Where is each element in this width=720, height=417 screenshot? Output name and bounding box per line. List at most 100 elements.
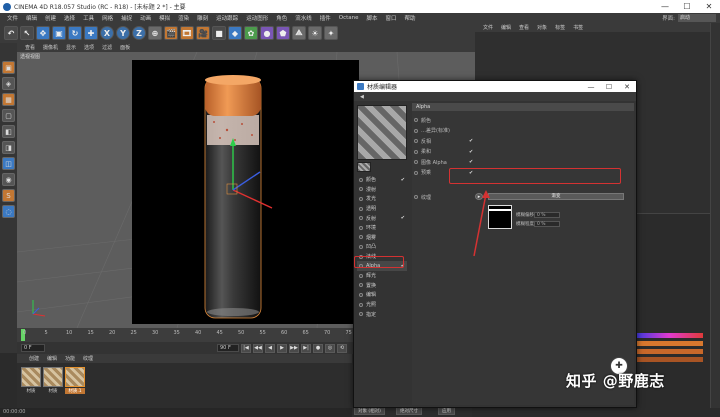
toolbar-button[interactable]: ☀ — [308, 26, 322, 40]
object-manager-tab[interactable]: 对象 — [533, 24, 551, 31]
material-swatch[interactable] — [65, 367, 85, 387]
material-swatch[interactable] — [21, 367, 41, 387]
channel-item[interactable]: 光照 — [357, 300, 407, 310]
sampling-value-field[interactable]: 0 % — [534, 220, 560, 227]
transport-button[interactable]: ◎ — [325, 343, 335, 353]
viewport-menu-item[interactable]: 查看 — [21, 44, 39, 51]
channel-item[interactable]: 环境 — [357, 223, 407, 233]
channel-item[interactable]: 指定 — [357, 309, 407, 319]
menu-item[interactable]: 工具 — [79, 14, 98, 22]
toolbar-button[interactable]: ● — [260, 26, 274, 40]
left-tool-button[interactable]: ◈ — [2, 77, 15, 90]
menu-item[interactable]: 帮助 — [401, 14, 420, 22]
transport-button[interactable]: ▶| — [301, 343, 311, 353]
object-manager-tab[interactable]: 查看 — [515, 24, 533, 31]
toolbar-button[interactable]: ✦ — [324, 26, 338, 40]
material-thumb[interactable] — [357, 162, 371, 172]
property-anim-dot-icon[interactable] — [414, 160, 418, 164]
minimize-button[interactable]: — — [654, 0, 676, 13]
transport-button[interactable]: |◀ — [241, 343, 251, 353]
transport-button[interactable]: ▶ — [277, 343, 287, 353]
toolbar-button[interactable]: 🎞 — [180, 26, 194, 40]
channel-item[interactable]: 透明 — [357, 204, 407, 214]
toolbar-button[interactable]: ↶ — [4, 26, 18, 40]
menu-item[interactable]: 窗口 — [382, 14, 401, 22]
property-checkbox[interactable]: ✔ — [469, 149, 473, 155]
channel-checkbox[interactable]: ✔ — [401, 215, 405, 221]
menu-item[interactable]: 创建 — [41, 14, 60, 22]
maximize-button[interactable]: ☐ — [676, 0, 698, 13]
left-tool-button[interactable]: ▦ — [2, 93, 15, 106]
transport-button[interactable]: ▶▶ — [289, 343, 299, 353]
right-scrollbar[interactable] — [710, 23, 720, 408]
object-manager-tab[interactable]: 标签 — [551, 24, 569, 31]
menu-item[interactable]: 网格 — [98, 14, 117, 22]
left-tool-button[interactable]: ◉ — [2, 173, 15, 186]
object-manager-tab[interactable]: 文件 — [479, 24, 497, 31]
coord-mode-button[interactable]: 对象 (相对) — [354, 407, 385, 415]
menu-item[interactable]: 选择 — [60, 14, 79, 22]
toolbar-button[interactable]: ✿ — [244, 26, 258, 40]
toolbar-button[interactable]: ⊕ — [148, 26, 162, 40]
left-tool-button[interactable]: ▢ — [2, 109, 15, 122]
material-preview[interactable] — [357, 105, 407, 160]
menu-item[interactable]: Octane — [335, 15, 363, 21]
property-anim-dot-icon[interactable] — [414, 128, 418, 133]
menu-item[interactable]: 捕捉 — [117, 14, 136, 22]
channel-anim-dot-icon[interactable] — [359, 283, 363, 288]
toolbar-button[interactable]: Y — [116, 26, 130, 40]
property-anim-dot-icon[interactable] — [414, 149, 418, 154]
viewport-menu-item[interactable]: 面板 — [116, 44, 134, 51]
object-manager-tab[interactable]: 编辑 — [497, 24, 515, 31]
coord-mode-button[interactable]: 绝对尺寸 — [396, 407, 422, 415]
toolbar-button[interactable]: ■ — [212, 26, 226, 40]
toolbar-button[interactable]: ◆ — [228, 26, 242, 40]
channel-anim-dot-icon[interactable] — [359, 302, 363, 307]
property-checkbox[interactable]: ✔ — [469, 138, 473, 144]
menu-item[interactable]: 插件 — [316, 14, 335, 22]
dialog-maximize-button[interactable]: ☐ — [600, 83, 618, 91]
property-anim-dot-icon[interactable] — [414, 170, 418, 175]
toolbar-button[interactable]: ▣ — [52, 26, 66, 40]
toolbar-button[interactable]: ↻ — [68, 26, 82, 40]
transport-button[interactable]: ◀ — [265, 343, 275, 353]
left-tool-button[interactable]: ▣ — [2, 61, 15, 74]
menu-item[interactable]: 渲染 — [174, 14, 193, 22]
menu-item[interactable]: 角色 — [272, 14, 291, 22]
channel-item[interactable]: 反射 ✔ — [357, 213, 407, 223]
channel-item[interactable]: 发光 — [357, 194, 407, 204]
toolbar-button[interactable]: 🎬 — [164, 26, 178, 40]
channel-item[interactable]: 置换 — [357, 281, 407, 291]
toolbar-button[interactable]: 🎥 — [196, 26, 210, 40]
left-tool-button[interactable]: ◧ — [2, 125, 15, 138]
left-tool-button[interactable]: ◫ — [2, 157, 15, 170]
coord-mode-button[interactable]: 应用 — [438, 407, 455, 415]
channel-anim-dot-icon[interactable] — [359, 235, 363, 240]
channel-item[interactable]: 漫射 — [357, 185, 407, 195]
toolbar-button[interactable]: X — [100, 26, 114, 40]
menu-item[interactable]: 模拟 — [155, 14, 174, 22]
transport-button[interactable]: ● — [313, 343, 323, 353]
menu-item[interactable]: 流水线 — [291, 14, 316, 22]
channel-anim-dot-icon[interactable] — [359, 187, 363, 192]
channel-item[interactable]: 凹凸 — [357, 242, 407, 252]
channel-anim-dot-icon[interactable] — [359, 206, 363, 211]
texture-shader-button[interactable]: 渐变 — [488, 193, 624, 200]
channel-anim-dot-icon[interactable] — [359, 216, 363, 221]
menu-item[interactable]: 运动图形 — [242, 14, 272, 22]
left-tool-button[interactable]: ◨ — [2, 141, 15, 154]
viewport-menu-item[interactable]: 选项 — [80, 44, 98, 51]
timeline-ruler[interactable]: 0 5 10 15 20 25 30 35 40 45 50 55 60 65 70 75 — [17, 328, 357, 342]
material-menu-item[interactable]: 编辑 — [43, 355, 61, 362]
channel-item[interactable]: 编辑 — [357, 290, 407, 300]
property-anim-dot-icon[interactable] — [414, 139, 418, 143]
material-menu-item[interactable]: 功能 — [61, 355, 79, 362]
menu-item[interactable]: 文件 — [3, 14, 22, 22]
channel-anim-dot-icon[interactable] — [359, 292, 363, 297]
channel-item[interactable]: 颜色 ✔ — [357, 175, 407, 185]
channel-anim-dot-icon[interactable] — [359, 244, 363, 249]
dialog-minimize-button[interactable]: — — [582, 83, 600, 91]
property-anim-dot-icon[interactable] — [414, 118, 418, 122]
channel-checkbox[interactable]: ✔ — [401, 177, 405, 183]
channel-anim-dot-icon[interactable] — [359, 273, 363, 278]
